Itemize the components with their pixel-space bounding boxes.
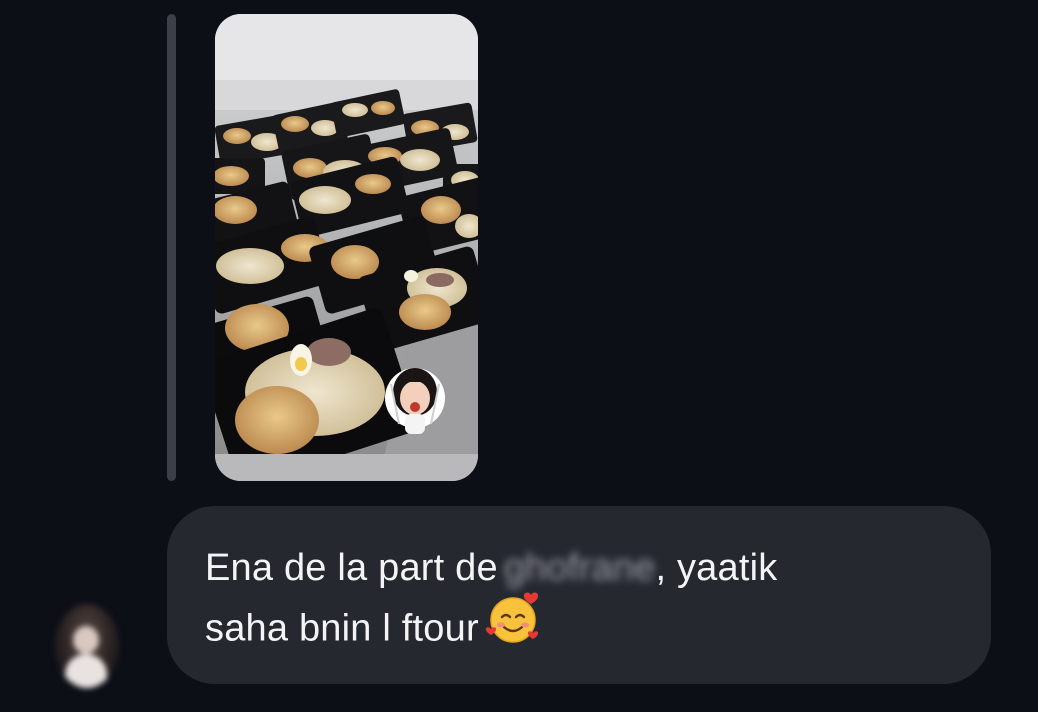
message-bubble[interactable]: Ena de la part de ghofrane, yaatik saha b… <box>167 506 991 684</box>
message-text-part: Ena de la part de <box>205 547 498 589</box>
story-reply-card[interactable] <box>215 14 478 481</box>
message-text-part: saha bnin l ftour <box>205 607 479 650</box>
reply-indicator-bar <box>167 14 176 481</box>
story-top-band <box>215 14 478 80</box>
redacted-name: ghofrane <box>503 547 656 589</box>
user-avatar[interactable] <box>55 604 119 688</box>
smiling-face-with-hearts-icon <box>485 589 543 664</box>
message-line-2: saha bnin l ftour <box>205 592 953 664</box>
message-line-1: Ena de la part de ghofrane, yaatik <box>205 539 953 597</box>
dm-thread: Ena de la part de ghofrane, yaatik saha b… <box>0 0 1038 712</box>
story-bottom-band <box>215 454 478 481</box>
message-text-part: , yaatik <box>655 547 778 589</box>
food-tray-photo[interactable] <box>215 80 478 454</box>
